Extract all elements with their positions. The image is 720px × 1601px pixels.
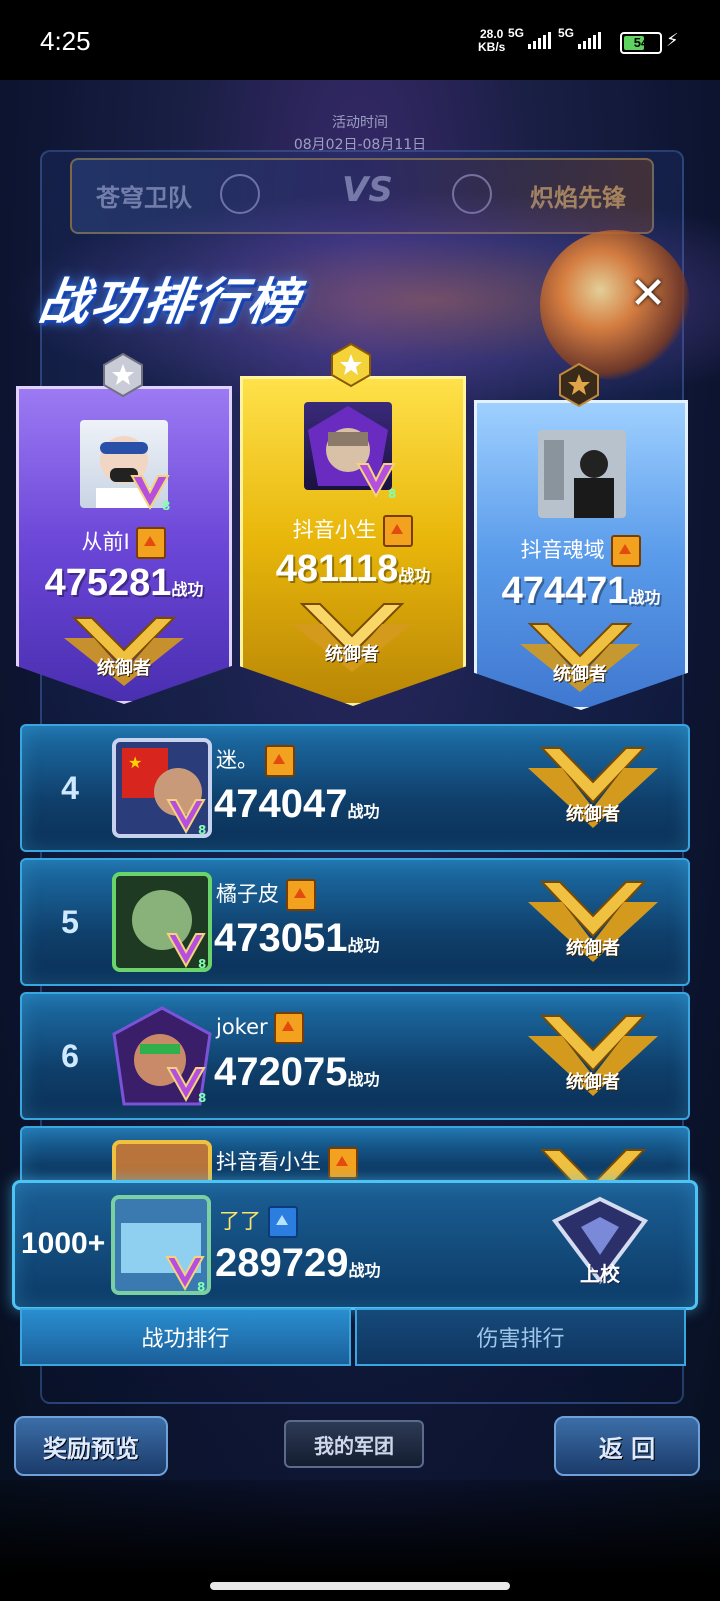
clock: 4:25 [40, 26, 91, 56]
faction-icon [267, 1206, 298, 1238]
faction-icon [611, 535, 642, 567]
home-indicator[interactable] [210, 1582, 510, 1590]
my-score: 289729战功 [215, 1241, 381, 1285]
rank-row-6[interactable]: 6 8 joker 472075战功 统御者 [20, 992, 690, 1120]
silver-medal-icon [103, 352, 143, 398]
player-name: 迷。 [216, 744, 295, 777]
charging-icon: ⚡ [666, 30, 679, 51]
rank-emblem-icon: 统御者 [528, 732, 658, 832]
event-time-label: 活动时间 [332, 115, 388, 131]
tab-merit-ranking[interactable]: 战功排行 [20, 1308, 351, 1366]
back-button[interactable]: 返 回 [554, 1416, 700, 1476]
faction-icon [274, 1012, 305, 1044]
network-type-1: 5G [508, 26, 525, 40]
player-name: 抖音魂域 [474, 534, 688, 567]
faction-icon [383, 515, 414, 547]
level-badge-icon: 8 [130, 475, 170, 512]
avatar: 8 [112, 872, 212, 972]
avatar: ★ 8 [112, 738, 212, 838]
player-name: 抖音小生 [240, 514, 466, 547]
tab-damage-ranking[interactable]: 伤害排行 [355, 1308, 686, 1366]
network-speed: 28.0 KB/s [478, 27, 506, 54]
gold-medal-icon [331, 342, 371, 388]
faction-icon [285, 879, 316, 911]
faction-icon [136, 527, 167, 559]
svg-text:8: 8 [198, 1091, 206, 1105]
avatar: 8 [111, 1195, 211, 1295]
rank-row-5[interactable]: 5 8 橘子皮 473051战功 统御者 [20, 858, 690, 986]
player-name: 橘子皮 [216, 878, 316, 911]
my-name: 了了 [219, 1205, 298, 1238]
rank-emblem-icon: 上校 [545, 1191, 655, 1297]
player-score: 475281战功 [44, 562, 204, 604]
rank-number: 5 [61, 904, 79, 940]
signal-icon-2 [578, 32, 601, 49]
battery-icon: 54 [620, 32, 662, 54]
rank-row-4[interactable]: 4 ★ 8 迷。 474047战功 统御者 [20, 724, 690, 852]
svg-text:8: 8 [198, 957, 206, 971]
player-score: 474047战功 [214, 782, 380, 826]
svg-text:8: 8 [197, 1280, 205, 1294]
panel-title: 战功排行榜 [35, 273, 304, 331]
svg-text:★: ★ [128, 753, 142, 772]
signal-icon [528, 32, 551, 49]
rank-emblem-icon: 统御者 [64, 608, 184, 688]
rank-number: 4 [61, 770, 79, 806]
my-rank-row[interactable]: 1000+ 8 了了 289729战功 上校 [12, 1180, 698, 1310]
player-name: 从前I [16, 526, 232, 559]
rank-emblem-icon: 统御者 [528, 866, 658, 966]
avatar [538, 430, 626, 518]
event-dates: 08月02日-08月11日 [293, 137, 427, 153]
reward-preview-button[interactable]: 奖励预览 [14, 1416, 168, 1476]
status-bar: 4:25 28.0 KB/s 5G 5G 54 ⚡ [0, 0, 720, 80]
svg-text:8: 8 [388, 487, 396, 500]
player-score: 473051战功 [214, 916, 380, 960]
svg-text:8: 8 [198, 823, 206, 837]
faction-icon [327, 1147, 358, 1179]
rank-emblem-icon: 统御者 [292, 594, 412, 674]
player-name: joker [216, 1012, 305, 1044]
podium-rank-2[interactable]: 8 从前I 475281战功 统御者 [16, 352, 232, 704]
podium-rank-3[interactable]: 抖音魂域 474471战功 统御者 [474, 362, 688, 710]
my-legion-button[interactable]: 我的军团 [284, 1420, 424, 1468]
faction-icon [264, 745, 295, 777]
level-badge-icon: 8 [356, 463, 396, 500]
close-button[interactable]: ✕ [624, 272, 672, 320]
rank-number: 6 [61, 1038, 79, 1074]
rank-emblem-icon: 统御者 [520, 614, 640, 694]
my-rank-number: 1000+ [21, 1227, 106, 1260]
svg-text:8: 8 [162, 499, 170, 512]
podium-rank-1[interactable]: 8 抖音小生 481118战功 统御者 [240, 342, 466, 706]
player-score: 474471战功 [501, 570, 661, 612]
network-type-2: 5G [558, 26, 575, 40]
avatar: 8 [112, 1006, 212, 1106]
player-score: 481118战功 [275, 548, 431, 590]
ranking-tabs: 战功排行 伤害排行 [20, 1308, 686, 1366]
rank-emblem-icon: 统御者 [528, 1000, 658, 1100]
player-score: 472075战功 [214, 1050, 380, 1094]
bronze-medal-icon [559, 362, 599, 408]
player-name: 抖音看小生 [216, 1146, 358, 1179]
